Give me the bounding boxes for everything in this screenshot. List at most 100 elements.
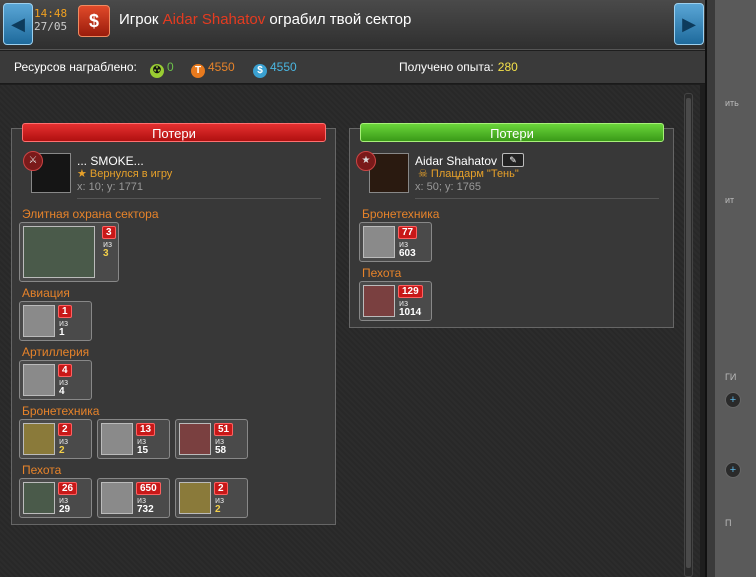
section-armor: Бронетехника [362,207,440,221]
experience-label: Получено опыта: 280 [399,60,518,74]
credits-icon: $ [253,64,267,78]
clock-date: 27/05 [34,20,68,33]
unit-total: 58 [215,445,227,456]
section-elite-guard: Элитная охрана сектора [22,207,159,221]
attacker-status-text: Плацдарм "Тень" [430,168,519,180]
unit-lost: 13 [136,423,156,436]
unit-total: 1 [59,327,65,338]
title-prefix: Игрок [119,11,159,28]
unit-card[interactable]: 2 из 2 [175,478,248,518]
unit-image [363,226,395,258]
unit-total: 4 [59,386,65,397]
unit-lost: 650 [136,482,161,495]
section-aviation: Авиация [22,286,70,300]
unit-lost: 26 [58,482,78,495]
defender-coords: x: 10; y: 1771 [77,181,144,193]
credits-resource: $4550 [253,60,297,78]
plus-icon[interactable]: + [725,392,741,408]
unit-lost: 129 [398,285,423,298]
experience-value: 280 [497,60,518,74]
radiation-resource: ☢ 0 [150,60,174,78]
clock-time: 14:48 [34,7,68,20]
section-infantry: Пехота [362,266,402,280]
unit-image [23,364,55,396]
chevron-left-icon: ◀ [11,14,25,34]
unit-card[interactable]: 129 из 1014 [359,281,432,321]
side-text-4: П [725,518,732,528]
titanium-resource: T 4550 [191,60,235,78]
unit-card[interactable]: 650 из 732 [97,478,170,518]
unit-lost: 3 [102,226,116,239]
side-text-1: ить [725,98,739,108]
unit-total: 15 [137,445,149,456]
unit-lost: 1 [58,305,72,318]
next-event-button[interactable]: ▶ [674,3,704,45]
star-emblem-icon: ★ [356,151,376,171]
edit-pencil-icon[interactable]: ✎ [502,153,524,167]
unit-total: 603 [399,248,416,259]
scrollbar[interactable] [684,93,693,577]
credits-value: 4550 [270,60,297,74]
resources-label: Ресурсов награблено: [14,60,137,74]
unit-image [23,226,95,278]
clock: 14:48 27/05 [34,7,67,33]
star-icon: ★ [77,168,90,180]
attacker-losses-panel: Потери ★ Aidar Shahatov ✎ ☠ Плацдарм "Те… [349,123,674,328]
unit-total: 1014 [399,307,422,318]
unit-image [23,423,55,455]
event-title: Игрок Aidar Shahatov ограбил твой сектор [119,11,411,28]
defender-name: ... SMOKE... [77,154,144,168]
radiation-icon: ☢ [150,64,164,78]
attacker-coords: x: 50; y: 1765 [415,181,482,193]
unit-total: 3 [103,248,109,259]
titanium-icon: T [191,64,205,78]
attacker-losses-header: Потери [360,123,664,142]
chevron-right-icon: ▶ [682,14,696,34]
unit-card[interactable]: 26 из 29 [19,478,92,518]
divider [415,198,659,199]
scrollbar-thumb[interactable] [686,98,691,568]
titanium-value: 4550 [208,60,235,74]
defender-status-text: Вернулся в игру [89,168,173,180]
section-infantry: Пехота [22,463,62,477]
unit-card[interactable]: 1 из 1 [19,301,92,341]
attacker-name: Aidar Shahatov [415,154,498,168]
unit-image [23,305,55,337]
resources-bar: Ресурсов награблено: ☢ 0 T 4550 $4550 Полу… [0,51,705,84]
unit-card[interactable]: 77 из 603 [359,222,432,262]
skull-icon: ☠ [418,168,431,180]
unit-lost: 4 [58,364,72,377]
unit-image [179,482,211,514]
side-inner: ить ит ГИ + + П [715,0,756,577]
unit-card[interactable]: 4 из 4 [19,360,92,400]
section-armor: Бронетехника [22,404,100,418]
unit-total: 732 [137,504,154,515]
prev-event-button[interactable]: ◀ [3,3,33,45]
unit-card[interactable]: 3 из 3 [19,222,119,282]
attacker-status: ☠ Плацдарм "Тень" [418,167,519,180]
event-header: ◀ 14:48 27/05 $ Игрок Aidar Shahatov огр… [0,0,705,50]
unit-image [23,482,55,514]
unit-total: 2 [59,445,65,456]
clan-emblem-icon: ⚔ [23,151,43,171]
unit-image [363,285,395,317]
unit-image [179,423,211,455]
experience-label-text: Получено опыта: [399,60,494,74]
unit-card[interactable]: 51 из 58 [175,419,248,459]
section-artillery: Артиллерия [22,345,90,359]
radiation-value: 0 [167,60,174,74]
title-suffix: ограбил твой сектор [269,11,412,28]
title-player-link[interactable]: Aidar Shahatov [163,11,266,28]
unit-lost: 2 [214,482,228,495]
unit-total: 2 [215,504,221,515]
unit-image [101,423,133,455]
unit-lost: 51 [214,423,234,436]
unit-card[interactable]: 2 из 2 [19,419,92,459]
divider [77,198,321,199]
unit-card[interactable]: 13 из 15 [97,419,170,459]
defender-losses-panel: Потери ⚔ ... SMOKE... ★ Вернулся в игру … [11,123,336,525]
plus-icon[interactable]: + [725,462,741,478]
unit-total: 29 [59,504,71,515]
unit-image [101,482,133,514]
unit-lost: 2 [58,423,72,436]
